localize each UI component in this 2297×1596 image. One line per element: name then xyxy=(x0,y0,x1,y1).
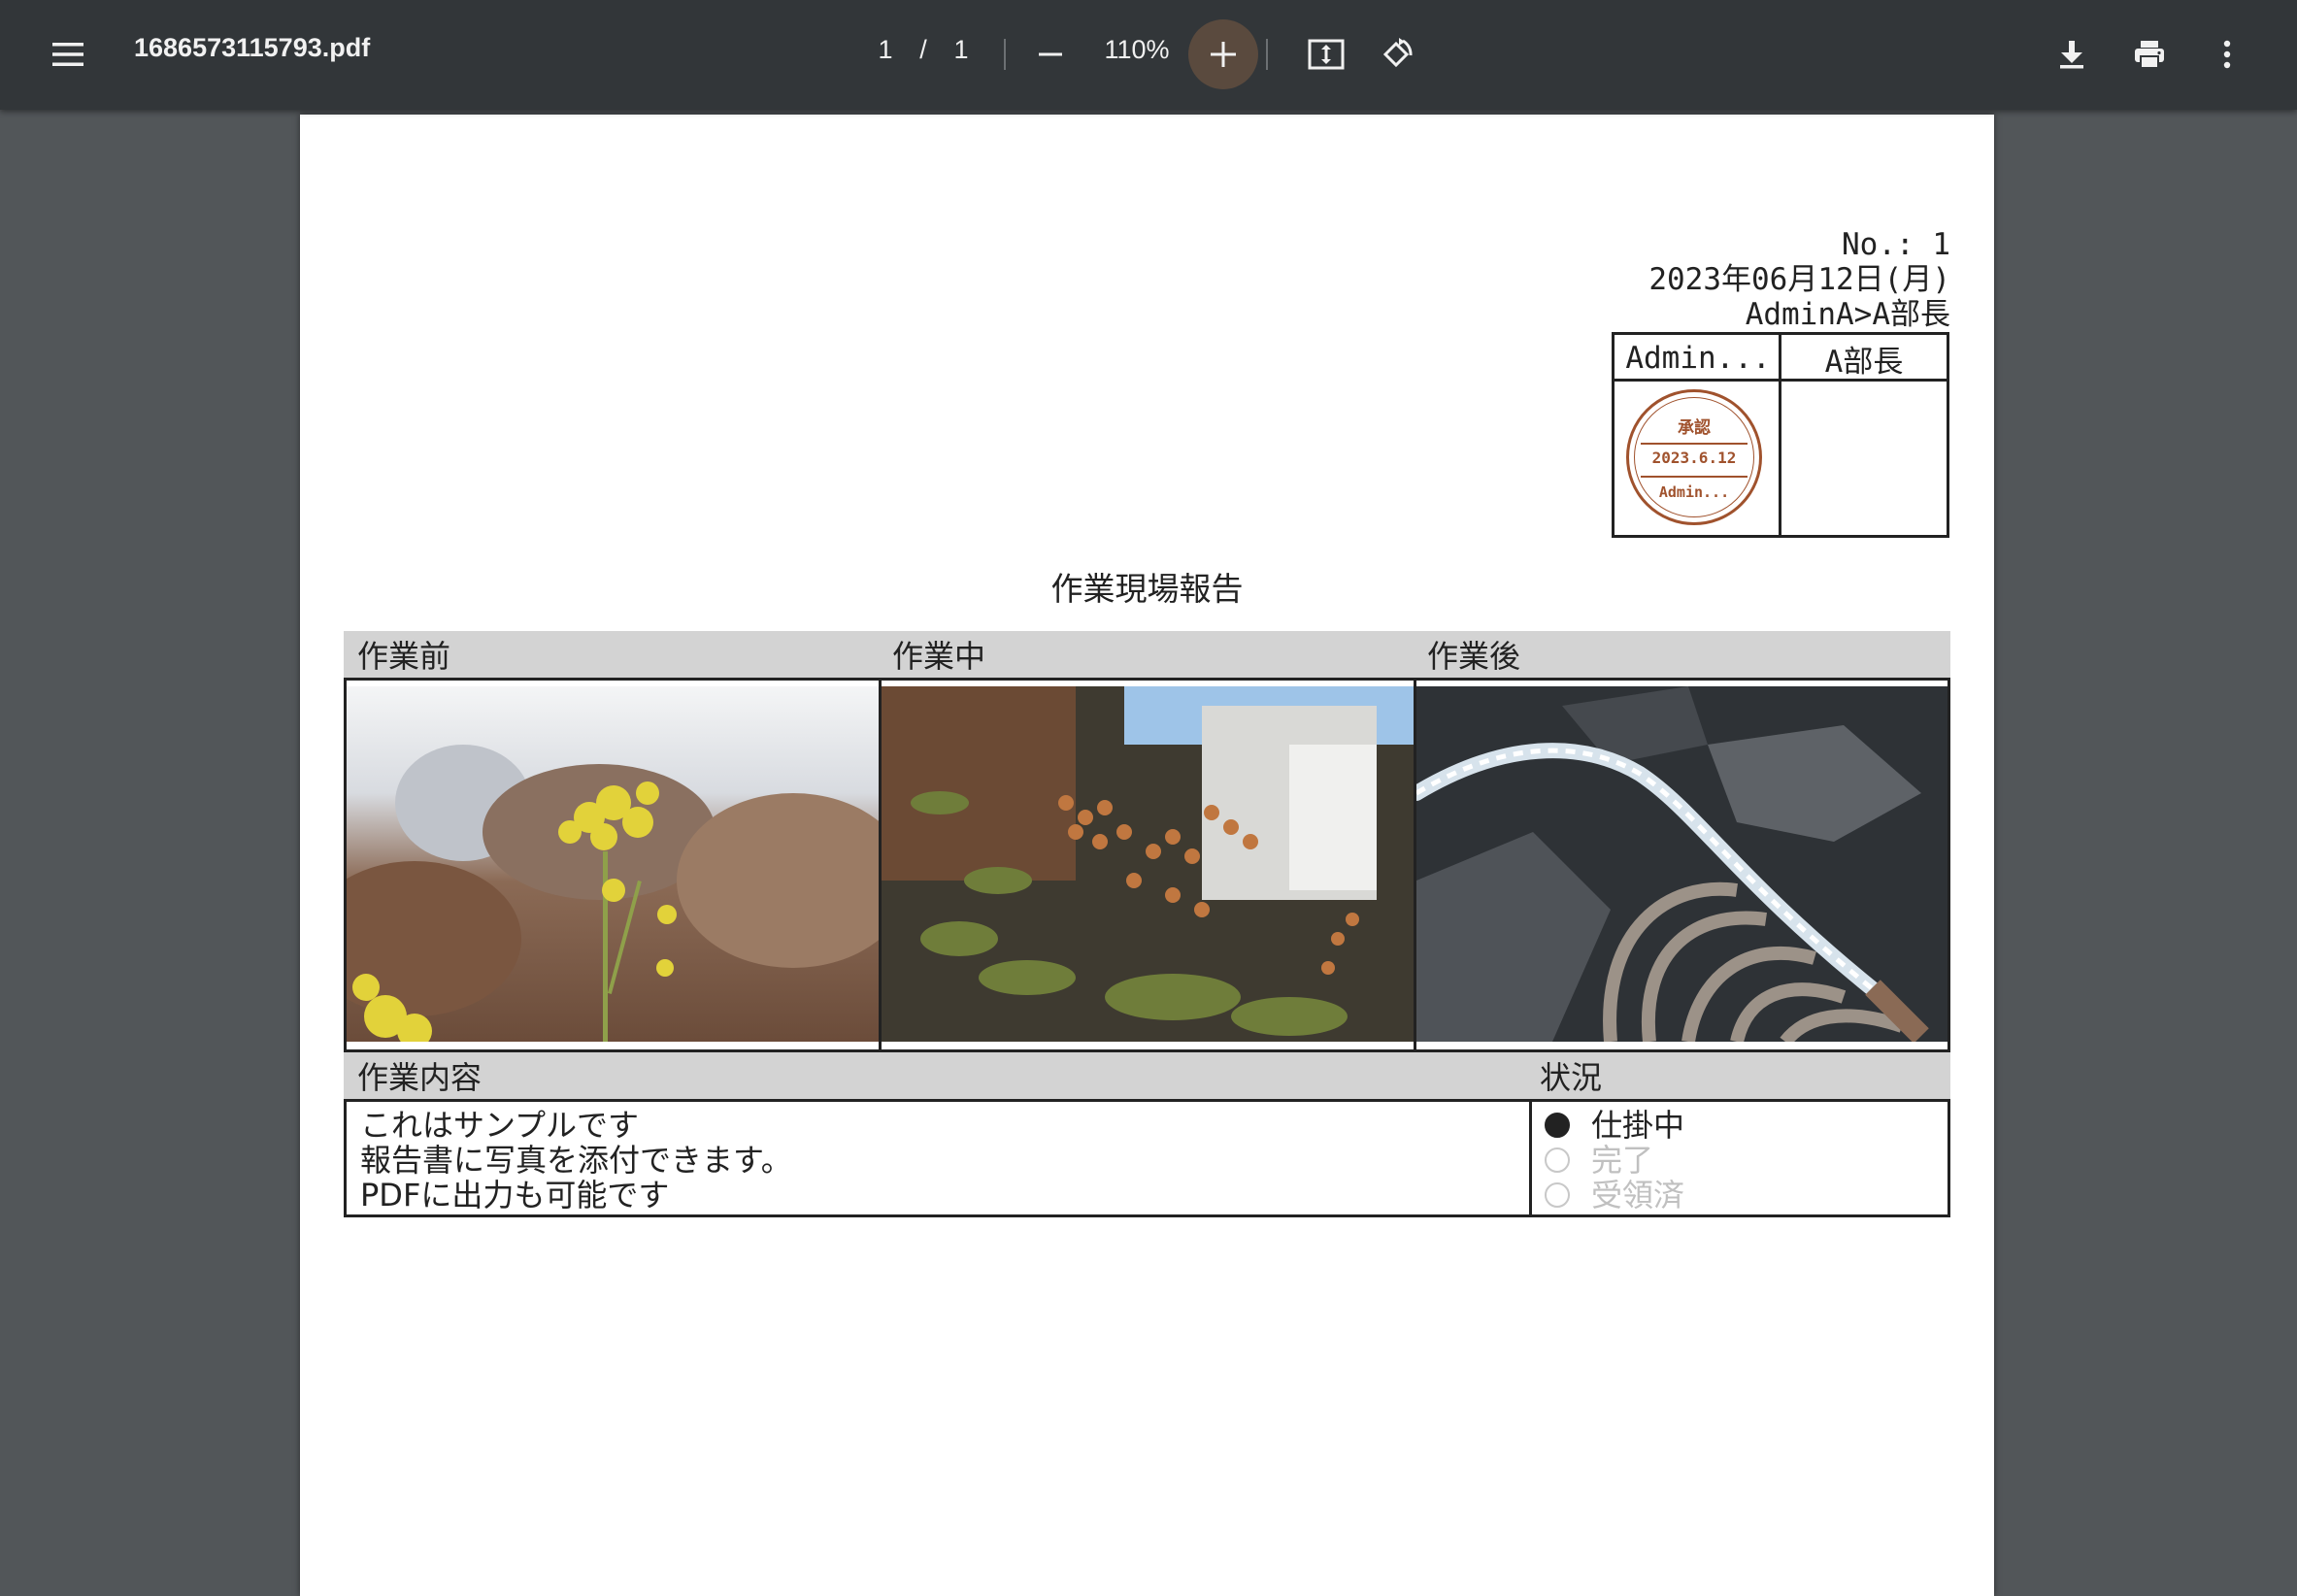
status-option-label: 仕掛中 xyxy=(1591,1107,1685,1144)
pdf-toolbar: 1686573115793.pdf 1 / 1 110% xyxy=(0,0,2297,110)
download-icon xyxy=(2060,41,2083,69)
status-option-label: 受領済 xyxy=(1591,1177,1685,1214)
toolbar-divider xyxy=(1004,39,1006,70)
status-header-label: 状況 xyxy=(1540,1059,1603,1096)
report-title: 作業現場報告 xyxy=(1050,570,1244,608)
description-line: これはサンプルです xyxy=(360,1107,640,1144)
approval-table: Admin... A部長 承認 2023.6.12 Admin... xyxy=(1612,332,1949,538)
content-header-row: 作業内容 状況 xyxy=(344,1052,1950,1099)
toolbar-divider xyxy=(1266,39,1268,70)
status-divider xyxy=(1529,1102,1532,1214)
status-option-in-progress[interactable]: 仕掛中 xyxy=(1545,1108,1684,1143)
report-date: 2023年06月12日(月) xyxy=(1648,262,1950,297)
stamp-date: 2023.6.12 xyxy=(1651,449,1737,467)
page-number-input[interactable]: 1 xyxy=(870,35,901,65)
stamp-label: 承認 xyxy=(1678,418,1711,438)
radio-selected-icon xyxy=(1545,1113,1570,1138)
photo-header-before: 作業前 xyxy=(357,638,451,675)
photo-row xyxy=(344,678,1950,1052)
approver-1-name: Admin... xyxy=(1625,341,1771,376)
rotate-icon xyxy=(1382,38,1413,68)
status-option-label: 完了 xyxy=(1591,1142,1654,1179)
minus-icon xyxy=(1039,52,1062,56)
content-header-label: 作業内容 xyxy=(357,1059,483,1096)
document-filename: 1686573115793.pdf xyxy=(134,33,371,62)
download-button[interactable] xyxy=(2047,29,2097,80)
photo-header-row: 作業前 作業中 作業後 xyxy=(344,631,1950,678)
description-line: 報告書に写真を添付できます。 xyxy=(360,1142,792,1179)
page-indicator: 1 / 1 xyxy=(870,35,977,65)
print-icon xyxy=(2135,41,2164,69)
status-option-complete[interactable]: 完了 xyxy=(1545,1143,1684,1178)
photo-header-during: 作業中 xyxy=(892,638,986,675)
status-radio-group: 仕掛中 完了 受領済 xyxy=(1545,1108,1684,1213)
page-total: 1 xyxy=(953,35,969,64)
zoom-in-button[interactable] xyxy=(1188,19,1258,89)
rotate-button[interactable] xyxy=(1371,29,1421,80)
plus-icon xyxy=(1211,42,1236,67)
report-meta: No.: 1 2023年06月12日(月) AdminA>A部長 xyxy=(1648,227,1950,332)
approval-route: AdminA>A部長 xyxy=(1745,297,1950,332)
status-option-received[interactable]: 受領済 xyxy=(1545,1178,1684,1213)
fit-page-icon xyxy=(1308,39,1345,70)
photo-after-image xyxy=(1416,686,1947,1042)
more-vert-icon xyxy=(2223,40,2231,69)
radio-unselected-icon xyxy=(1545,1147,1570,1173)
report-number: No.: 1 xyxy=(1842,227,1950,262)
zoom-out-button[interactable] xyxy=(1025,29,1076,80)
work-description: これはサンプルです 報告書に写真を添付できます。 PDFに出力も可能です xyxy=(360,1108,792,1213)
pdf-page: No.: 1 2023年06月12日(月) AdminA>A部長 Admin..… xyxy=(300,115,1994,1596)
menu-icon xyxy=(52,43,83,66)
zoom-level[interactable]: 110% xyxy=(1095,35,1179,65)
photo-before-image xyxy=(347,686,879,1042)
page-separator: / xyxy=(919,35,927,64)
content-box: これはサンプルです 報告書に写真を添付できます。 PDFに出力も可能です 仕掛中… xyxy=(344,1099,1950,1217)
more-options-button[interactable] xyxy=(2202,29,2252,80)
print-button[interactable] xyxy=(2124,29,2175,80)
menu-button[interactable] xyxy=(43,29,93,80)
approval-stamp: 承認 2023.6.12 Admin... xyxy=(1626,389,1762,525)
photo-during-image xyxy=(882,686,1414,1042)
fit-page-button[interactable] xyxy=(1301,29,1351,80)
photo-header-after: 作業後 xyxy=(1427,638,1521,675)
stamp-name: Admin... xyxy=(1658,483,1730,501)
approver-2-name: A部長 xyxy=(1824,344,1904,380)
description-line: PDFに出力も可能です xyxy=(360,1177,670,1214)
radio-unselected-icon xyxy=(1545,1182,1570,1208)
